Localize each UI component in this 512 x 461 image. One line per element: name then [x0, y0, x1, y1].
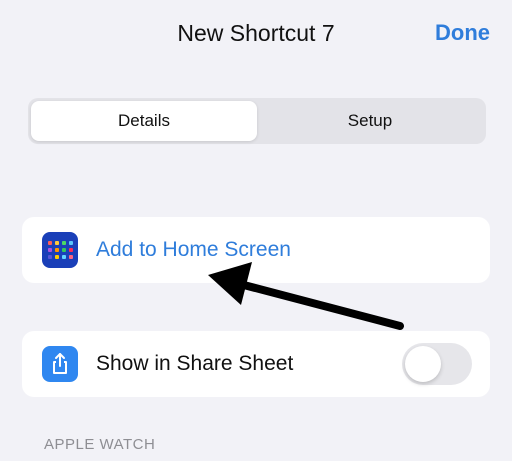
- annotation-arrow-icon: [208, 262, 404, 330]
